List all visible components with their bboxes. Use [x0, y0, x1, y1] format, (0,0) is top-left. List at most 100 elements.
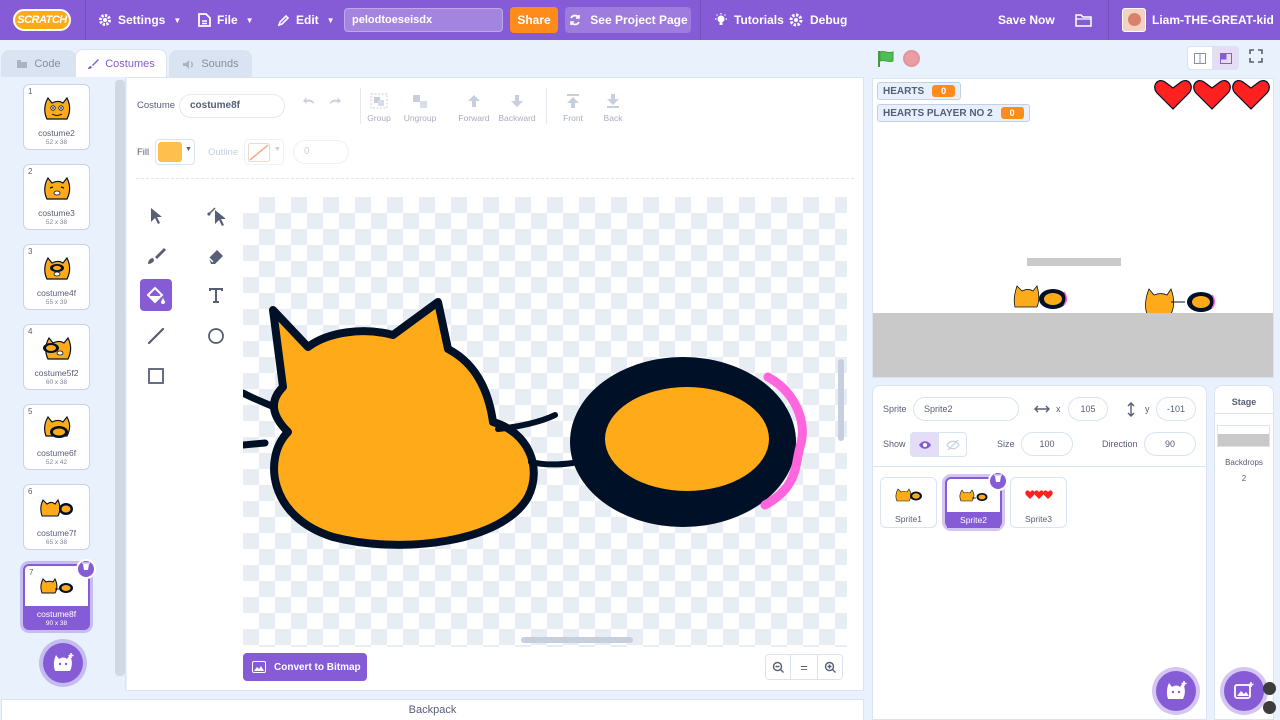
arrow-bottom-icon [607, 94, 619, 108]
forward-button[interactable]: Forward [456, 93, 492, 123]
small-stage-button[interactable] [1187, 46, 1213, 70]
sprite-thumbnail [881, 484, 936, 506]
tab-sounds[interactable]: Sounds [169, 50, 252, 77]
settings-menu[interactable]: Settings ▼ [98, 0, 181, 40]
player-sprite [1013, 285, 1067, 309]
y-input[interactable]: -101 [1156, 397, 1196, 421]
microphone-icon[interactable] [1263, 682, 1276, 695]
green-flag-button[interactable] [876, 50, 896, 71]
chevron-down-icon: ▼ [274, 146, 281, 153]
redo-icon [330, 97, 341, 104]
zoom-reset-button[interactable]: = [791, 654, 817, 680]
costume-item[interactable]: 5 costume6f 52 x 42 [23, 404, 90, 470]
canvas-vertical-scrollbar[interactable] [838, 359, 844, 441]
rectangle-tool[interactable] [140, 360, 172, 392]
arrow-pointer-icon [151, 208, 162, 224]
group-icon [370, 93, 388, 109]
direction-input[interactable]: 90 [1144, 432, 1196, 456]
code-icon [17, 60, 28, 68]
circle-tool[interactable] [200, 320, 232, 352]
tab-costumes-label: Costumes [105, 57, 155, 70]
chevron-down-icon: ▼ [326, 15, 335, 25]
costume-name: costume7f [36, 528, 77, 538]
delete-costume-button[interactable] [76, 559, 96, 579]
my-stuff-button[interactable] [1075, 0, 1092, 40]
costume-item[interactable]: 3 costume4f 55 x 39 [23, 244, 90, 310]
stage[interactable]: HEARTS 0 HEARTS PLAYER NO 2 0 [872, 78, 1274, 378]
hide-sprite-button[interactable] [939, 432, 967, 457]
tab-costumes[interactable]: Costumes [75, 49, 167, 77]
project-title-input[interactable]: pelodtoeseisdx [344, 8, 503, 32]
lightbulb-icon [715, 13, 727, 25]
image-icon [252, 661, 266, 673]
tab-code[interactable]: Code [1, 50, 76, 77]
line-tool[interactable] [140, 320, 172, 352]
x-input[interactable]: 105 [1068, 397, 1108, 421]
redo-button[interactable] [324, 96, 346, 106]
ungroup-icon [413, 95, 427, 108]
text-icon [209, 288, 223, 303]
circle-icon [208, 328, 224, 344]
stop-icon[interactable] [903, 50, 920, 67]
back-button[interactable]: Back [595, 93, 631, 123]
tab-code-label: Code [34, 58, 61, 70]
undo-button[interactable] [298, 96, 320, 106]
show-sprite-button[interactable] [910, 432, 939, 457]
select-tool[interactable] [140, 200, 172, 232]
backpack-header[interactable]: Backpack [1, 699, 864, 720]
fill-color-picker[interactable]: ▼ [155, 139, 195, 165]
front-button[interactable]: Front [555, 93, 591, 123]
outline-width-input[interactable]: 0 [293, 140, 349, 164]
choose-backdrop-button[interactable] [1224, 671, 1264, 711]
sprite-tile[interactable]: Sprite3 [1010, 477, 1067, 528]
settings-small-icon[interactable] [1263, 701, 1276, 714]
convert-to-bitmap-button[interactable]: Convert to Bitmap [243, 653, 367, 681]
monitor-label: HEARTS PLAYER NO 2 [883, 107, 993, 119]
brush-tool[interactable] [140, 240, 172, 272]
hearts-sprite [1154, 80, 1270, 110]
debug-button[interactable]: Debug [788, 0, 847, 40]
file-label: File [217, 13, 238, 27]
costume-item[interactable]: 4 costume5f2 60 x 38 [23, 324, 90, 390]
save-now-button[interactable]: Save Now [998, 0, 1055, 40]
costume-name-input[interactable]: costume8f [179, 94, 285, 118]
group-button[interactable]: Group [361, 93, 397, 123]
sprite-tile[interactable]: Sprite1 [880, 477, 937, 528]
choose-costume-button[interactable] [43, 643, 83, 683]
costume-list-scrollbar[interactable] [115, 80, 125, 676]
edit-menu[interactable]: Edit ▼ [277, 0, 335, 40]
see-project-page-label: See Project Page [590, 13, 688, 27]
text-tool[interactable] [200, 279, 232, 311]
fill-tool[interactable] [140, 279, 172, 311]
share-button[interactable]: Share [510, 7, 558, 33]
backward-button[interactable]: Backward [497, 93, 537, 123]
normal-stage-button[interactable] [1213, 46, 1239, 70]
tutorials-button[interactable]: Tutorials [714, 0, 784, 40]
see-project-page-button[interactable]: See Project Page [565, 7, 691, 33]
costume-item[interactable]: 2 costume3 52 x 38 [23, 164, 90, 230]
zoom-in-button[interactable] [817, 654, 843, 680]
chevron-down-icon: ▼ [173, 15, 182, 25]
eraser-tool[interactable] [200, 240, 232, 272]
sprite-name: Sprite3 [1025, 514, 1052, 524]
file-menu[interactable]: File ▼ [198, 0, 254, 40]
delete-sprite-button[interactable] [988, 471, 1008, 491]
sprite-name: Sprite2 [947, 512, 1000, 528]
canvas-horizontal-scrollbar[interactable] [521, 637, 633, 643]
reshape-tool[interactable] [200, 200, 232, 232]
player-two-sprite [1145, 288, 1215, 315]
outline-color-picker[interactable]: ▼ [244, 139, 284, 165]
costume-item[interactable]: 1 costume2 52 x 38 [23, 84, 90, 150]
zoom-out-button[interactable] [765, 654, 791, 680]
ungroup-button[interactable]: Ungroup [402, 93, 438, 123]
paint-canvas[interactable] [243, 197, 847, 647]
sprite-name-input[interactable]: Sprite2 [913, 397, 1019, 421]
costume-item[interactable]: 6 costume7f 65 x 38 [23, 484, 90, 550]
choose-sprite-button[interactable] [1156, 671, 1196, 711]
fullscreen-button[interactable] [1249, 49, 1263, 66]
costume-size: 65 x 38 [45, 539, 68, 546]
account-menu[interactable]: Liam-THE-GREAT-kid ▼ [1122, 0, 1280, 40]
size-input[interactable]: 100 [1021, 432, 1073, 456]
scratch-logo[interactable]: SCRATCH [13, 9, 71, 31]
ungroup-label: Ungroup [403, 113, 437, 123]
